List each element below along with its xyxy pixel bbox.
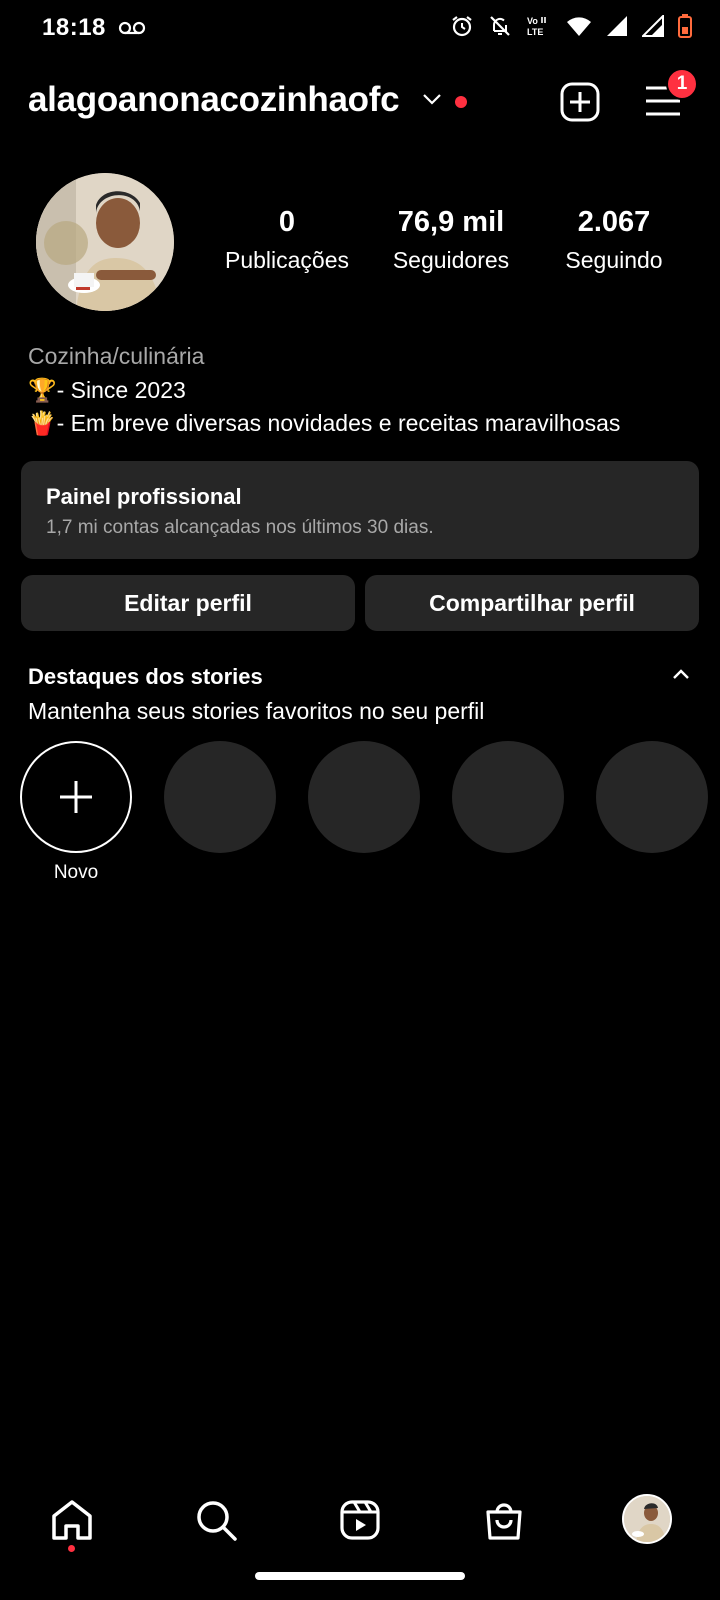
following-label: Seguindo — [565, 247, 663, 273]
highlight-placeholder — [596, 741, 708, 853]
signal-icon — [607, 16, 627, 36]
reels-icon[interactable] — [338, 1498, 382, 1542]
following-count: 2.067 — [577, 206, 651, 238]
wifi-icon — [567, 17, 591, 36]
dashboard-subtitle: 1,7 mi contas alcançadas nos últimos 30 … — [46, 517, 434, 538]
profile-avatar[interactable] — [36, 173, 174, 311]
profile-tab-avatar[interactable] — [622, 1494, 672, 1544]
new-highlight-label: Novo — [53, 862, 99, 883]
plus-icon — [60, 781, 92, 813]
chevron-down-icon[interactable] — [422, 92, 442, 106]
bio-line: 🏆- Since 2023 — [28, 377, 186, 403]
signal-icon — [642, 15, 664, 37]
following-stat[interactable]: 2.067 Seguindo — [534, 206, 694, 274]
followers-count: 76,9 mil — [397, 206, 505, 238]
volte-icon: Vo LTE — [527, 16, 546, 37]
bell-off-icon — [490, 16, 510, 36]
highlight-placeholder — [308, 741, 420, 853]
profile-category: Cozinha/culinária — [28, 343, 205, 369]
posts-count: 0 — [278, 206, 296, 238]
dashboard-title: Painel profissional — [46, 484, 242, 509]
home-icon[interactable] — [50, 1498, 94, 1542]
followers-label: Seguidores — [392, 247, 510, 273]
edit-profile-button[interactable]: Editar perfil — [21, 575, 355, 631]
svg-text:LTE: LTE — [527, 27, 543, 37]
search-icon[interactable] — [194, 1498, 238, 1542]
status-icons: Vo LTE — [450, 14, 692, 38]
create-post-button[interactable] — [560, 82, 600, 122]
highlight-placeholder — [164, 741, 276, 853]
professional-dashboard[interactable] — [21, 461, 699, 559]
chevron-up-icon[interactable] — [672, 668, 690, 680]
highlight-placeholder — [452, 741, 564, 853]
menu-badge: 1 — [666, 68, 698, 100]
gesture-bar[interactable] — [255, 1572, 465, 1580]
highlights-title: Destaques dos stories — [28, 664, 263, 689]
profile-photo — [36, 173, 174, 311]
share-profile-button[interactable]: Compartilhar perfil — [365, 575, 699, 631]
followers-stat[interactable]: 76,9 mil Seguidores — [371, 206, 531, 274]
posts-stat[interactable]: 0 Publicações — [207, 206, 367, 274]
notification-dot — [455, 96, 467, 108]
shop-icon[interactable] — [482, 1498, 526, 1542]
new-highlight-button[interactable] — [20, 741, 132, 853]
voicemail-icon — [118, 21, 146, 35]
profile-photo — [624, 1496, 670, 1542]
username-title[interactable]: alagoanonacozinhaofc — [28, 80, 400, 120]
highlights-subtitle: Mantenha seus stories favoritos no seu p… — [28, 698, 485, 724]
svg-text:Vo: Vo — [527, 16, 538, 26]
bio-line: 🍟- Em breve diversas novidades e receita… — [28, 410, 621, 436]
home-notification-dot — [68, 1545, 75, 1552]
battery-icon — [678, 14, 692, 38]
alarm-icon — [452, 16, 472, 37]
status-time: 18:18 — [42, 14, 106, 41]
posts-label: Publicações — [224, 247, 350, 273]
